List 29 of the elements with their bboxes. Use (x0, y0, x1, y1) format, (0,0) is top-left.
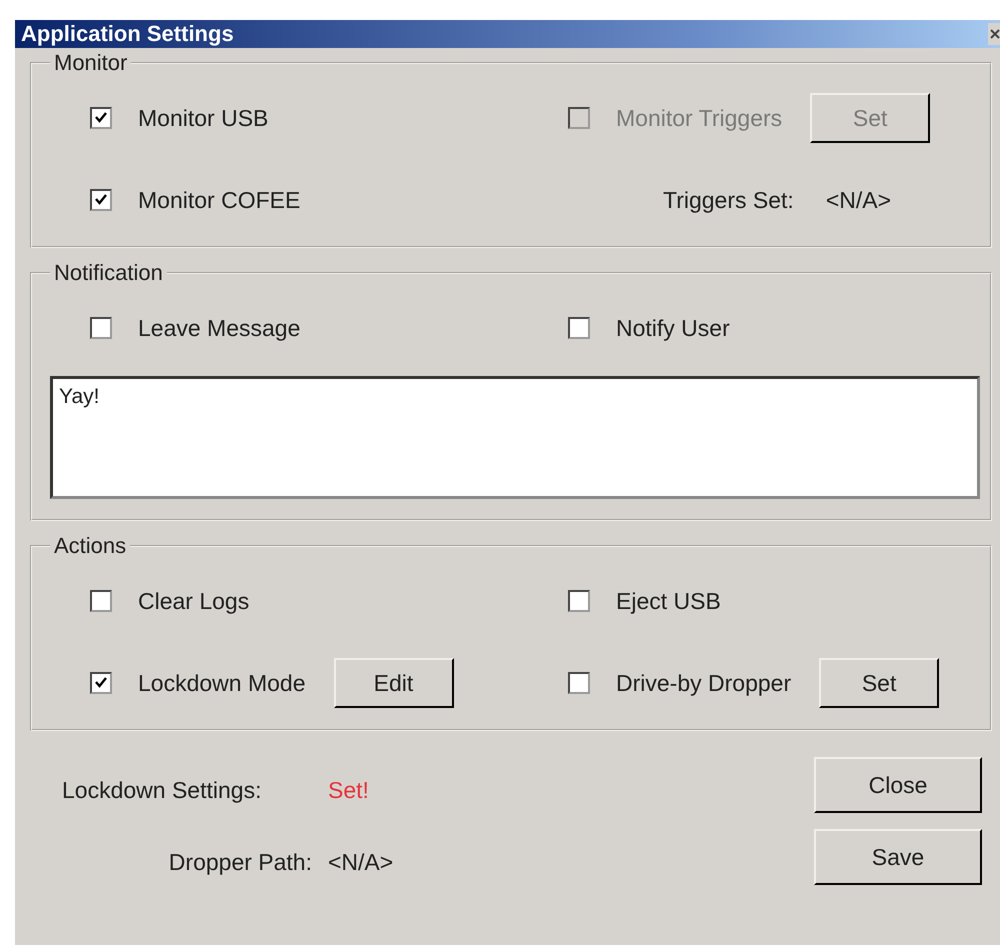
checkbox-label[interactable]: Notify User (616, 314, 730, 342)
checkbox-label[interactable]: Monitor COFEE (138, 186, 300, 214)
field-value: <N/A> (826, 186, 892, 214)
field-label: Dropper Path: (168, 849, 312, 876)
window-title: Application Settings (21, 21, 234, 47)
field-value: <N/A> (328, 849, 394, 876)
checkbox-label[interactable]: Drive-by Dropper (616, 670, 792, 696)
checkbox[interactable] (568, 672, 590, 694)
checkbox[interactable] (90, 672, 112, 694)
field-value: Set! (328, 777, 370, 804)
dialog-button[interactable]: Close (814, 757, 982, 813)
field-label: Triggers Set: (663, 186, 794, 214)
checkbox-label[interactable]: Eject USB (616, 588, 721, 614)
checkbox[interactable] (90, 590, 112, 612)
checkbox-label[interactable]: Lockdown Mode (138, 670, 306, 696)
set-button[interactable]: Edit (334, 658, 454, 708)
dialog-button[interactable]: Save (814, 829, 982, 885)
close-icon[interactable] (988, 23, 1000, 45)
checkbox-label[interactable]: Clear Logs (138, 588, 250, 614)
checkbox-label[interactable]: Leave Message (138, 314, 300, 342)
checkbox[interactable] (90, 189, 112, 211)
checkbox-label[interactable]: Monitor USB (138, 104, 268, 132)
set-button[interactable]: Set (819, 658, 940, 708)
message-field[interactable]: Yay! (50, 376, 980, 499)
checkbox[interactable] (568, 590, 590, 612)
checkbox[interactable] (90, 317, 112, 339)
checkbox[interactable] (90, 107, 112, 129)
checkbox[interactable] (568, 317, 590, 339)
field-label: Lockdown Settings: (62, 777, 262, 804)
